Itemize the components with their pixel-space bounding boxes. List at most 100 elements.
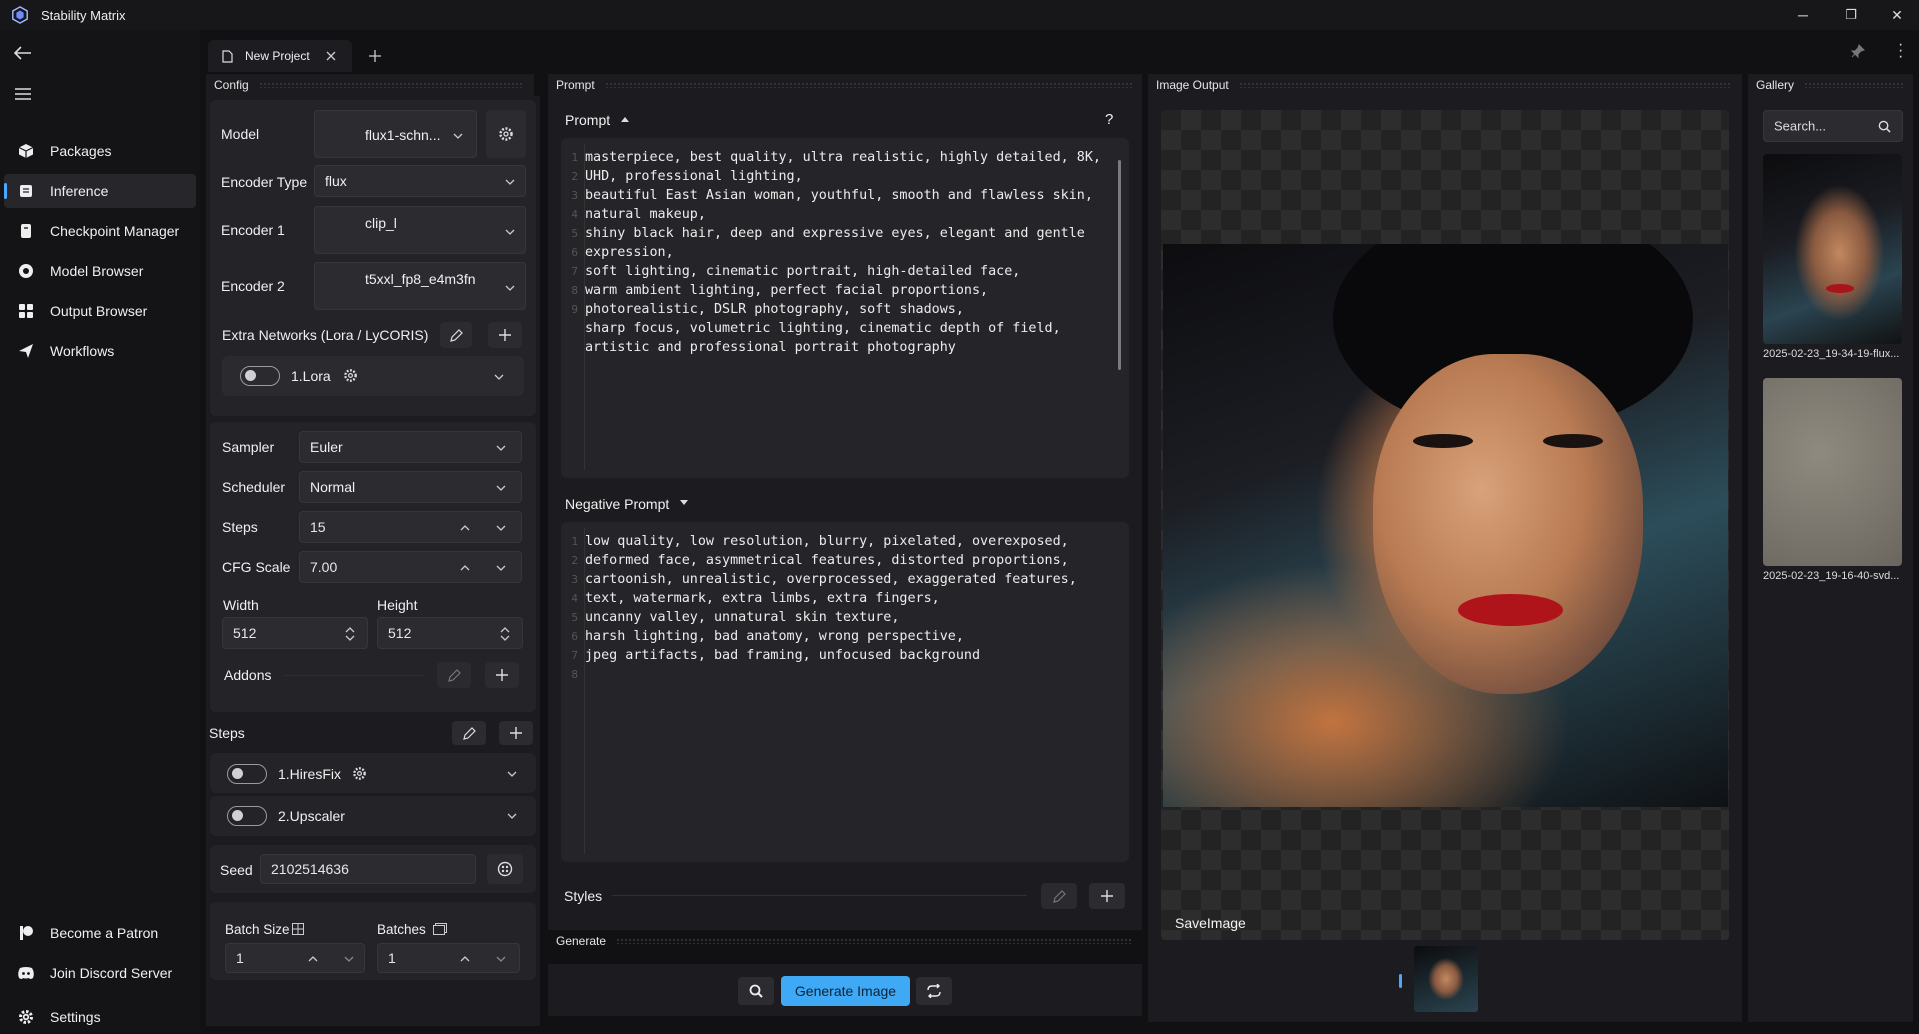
close-tab-icon[interactable]	[326, 51, 336, 61]
expand-icon[interactable]	[680, 500, 688, 506]
chevron-up-icon[interactable]	[460, 563, 470, 573]
chevron-up-icon[interactable]	[308, 954, 318, 964]
chevron-up-icon[interactable]	[460, 523, 470, 533]
add-tab-icon[interactable]	[369, 50, 381, 62]
chevron-down-icon[interactable]	[507, 769, 517, 779]
sidebar-item-label: Packages	[50, 143, 112, 159]
minimize-button[interactable]: ─	[1788, 4, 1818, 26]
images-icon	[433, 923, 447, 935]
random-seed-button[interactable]	[487, 854, 523, 884]
lora-toggle[interactable]	[240, 366, 280, 386]
sidebar-item-patron[interactable]: Become a Patron	[4, 916, 196, 950]
encoder1-label: Encoder 1	[221, 222, 285, 238]
negative-prompt-text[interactable]: low quality, low resolution, blurry, pix…	[585, 532, 1077, 665]
gallery-thumbnail-1[interactable]	[1763, 154, 1902, 344]
edit-styles-button[interactable]	[1041, 883, 1077, 909]
sidebar-item-output-browser[interactable]: Output Browser	[4, 294, 196, 328]
chevron-down-icon[interactable]	[496, 954, 506, 964]
chevron-down-icon[interactable]	[494, 372, 504, 382]
edit-addons-button[interactable]	[437, 662, 471, 688]
chevron-down-icon[interactable]	[507, 811, 517, 821]
model-select[interactable]: flux1-schn...	[314, 110, 477, 158]
search-icon[interactable]	[1878, 120, 1891, 133]
document-icon	[222, 49, 233, 63]
edit-extra-networks-button[interactable]	[440, 322, 472, 348]
model-settings-button[interactable]	[486, 110, 526, 158]
gear-icon	[499, 127, 513, 141]
sidebar-item-inference[interactable]: Inference	[4, 174, 196, 208]
sidebar-item-label: Inference	[50, 183, 109, 199]
chevron-down-icon	[505, 229, 515, 235]
cfg-scale-value: 7.00	[310, 559, 338, 575]
prompt-scrollbar[interactable]	[1118, 160, 1121, 370]
more-options-icon[interactable]: · · ·	[1898, 37, 1903, 65]
encoder-type-select[interactable]: flux	[314, 165, 526, 197]
edit-steps-button[interactable]	[452, 721, 486, 745]
width-input[interactable]: 512	[222, 617, 368, 649]
height-input[interactable]: 512	[377, 617, 523, 649]
chevron-down-icon	[505, 285, 515, 291]
sampler-select[interactable]: Euler	[299, 431, 522, 463]
add-style-button[interactable]	[1089, 883, 1125, 909]
encoder1-select[interactable]: clip_l	[314, 206, 526, 254]
tab-new-project[interactable]: New Project	[208, 40, 352, 72]
pin-icon[interactable]	[1849, 44, 1865, 60]
upscaler-label: 2.Upscaler	[278, 808, 345, 824]
sidebar-item-label: Become a Patron	[50, 925, 159, 941]
generate-image-button[interactable]: Generate Image	[781, 976, 910, 1006]
seed-input[interactable]: 2102514636	[260, 854, 476, 884]
hamburger-menu-icon[interactable]	[15, 88, 31, 100]
close-button[interactable]: ✕	[1882, 4, 1912, 26]
encoder2-select[interactable]: t5xxl_fp8_e4m3fn	[314, 262, 526, 310]
restore-button[interactable]: ❐	[1836, 4, 1866, 26]
collapse-icon[interactable]	[621, 116, 629, 122]
updown-icon[interactable]	[345, 626, 355, 642]
scheduler-value: Normal	[310, 479, 356, 495]
batches-label: Batches	[377, 922, 426, 937]
batch-size-input[interactable]: 1	[225, 943, 365, 973]
hiresfix-toggle[interactable]	[227, 764, 267, 784]
chevron-down-icon[interactable]	[496, 523, 506, 533]
gutter-line	[584, 144, 585, 470]
sidebar-item-checkpoint-manager[interactable]: Checkpoint Manager	[4, 214, 196, 248]
sidebar-item-packages[interactable]: Packages	[4, 134, 196, 168]
pencil-icon	[449, 328, 463, 342]
preview-button[interactable]	[738, 977, 774, 1005]
discord-icon	[14, 961, 38, 985]
encoder1-value: clip_l	[365, 215, 397, 231]
auto-generate-button[interactable]	[916, 977, 952, 1005]
width-label: Width	[223, 597, 259, 613]
steps-input[interactable]: 15	[299, 511, 522, 543]
gallery-thumbnail-2[interactable]	[1763, 378, 1902, 566]
scheduler-select[interactable]: Normal	[299, 471, 522, 503]
chevron-down-icon[interactable]	[496, 563, 506, 573]
sidebar-item-discord[interactable]: Join Discord Server	[4, 956, 196, 990]
sampler-label: Sampler	[222, 439, 275, 455]
back-arrow-icon[interactable]	[14, 46, 32, 60]
updown-icon[interactable]	[500, 626, 510, 642]
prompt-editor[interactable]: 1 2 3 4 5 6 7 8 9 masterpiece, best qual…	[561, 138, 1129, 478]
output-thumbnail[interactable]	[1414, 946, 1478, 1012]
title-bar: Stability Matrix ─ ❐ ✕	[0, 0, 1919, 30]
gallery-caption-1: 2025-02-23_19-34-19-flux...	[1763, 348, 1900, 360]
prompt-text[interactable]: masterpiece, best quality, ultra realist…	[585, 148, 1101, 357]
chevron-up-icon[interactable]	[460, 954, 470, 964]
gear-icon[interactable]	[343, 368, 358, 383]
upscaler-toggle[interactable]	[227, 806, 267, 826]
batches-input[interactable]: 1	[377, 943, 520, 973]
negative-prompt-editor[interactable]: 1 2 3 4 5 6 7 8 low quality, low resolut…	[561, 522, 1129, 862]
help-icon[interactable]: ?	[1105, 111, 1113, 128]
chevron-down-icon[interactable]	[344, 954, 354, 964]
save-image-label[interactable]: SaveImage	[1175, 915, 1246, 931]
sidebar-item-model-browser[interactable]: Model Browser	[4, 254, 196, 288]
sidebar-item-settings[interactable]: Settings	[4, 1000, 196, 1034]
cfg-scale-input[interactable]: 7.00	[299, 551, 522, 583]
add-addon-button[interactable]	[485, 662, 519, 688]
gear-icon[interactable]	[352, 766, 367, 781]
chevron-down-icon	[453, 133, 463, 139]
sidebar-item-workflows[interactable]: Workflows	[4, 334, 196, 368]
add-extra-network-button[interactable]	[488, 322, 522, 348]
add-step-button[interactable]	[499, 721, 533, 745]
gallery-search-input[interactable]: Search...	[1763, 110, 1903, 142]
plus-icon	[510, 727, 522, 739]
